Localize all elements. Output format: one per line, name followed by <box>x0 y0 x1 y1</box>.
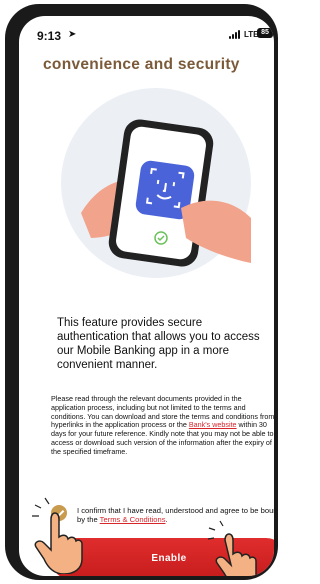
status-time: 9:13 <box>37 29 62 43</box>
bank-website-link[interactable]: Bank's website <box>189 420 237 429</box>
signal-icon <box>229 30 240 39</box>
battery-icon: 85 <box>257 28 273 38</box>
location-icon: ➤ <box>68 29 77 40</box>
tap-hand-icon <box>32 497 83 574</box>
confirm-part2: . <box>165 515 168 525</box>
face-id-illustration <box>61 88 251 278</box>
page-title: convenience and security <box>43 56 240 73</box>
terms-link[interactable]: Terms & Conditions <box>100 515 166 524</box>
tap-hand-icon-2 <box>207 520 257 576</box>
feature-description: This feature provides secure authenticat… <box>57 317 260 371</box>
notice-text: Please read through the relevant documen… <box>51 394 274 457</box>
phone-frame: 9:13 ➤ LTE 85 convenience and security T… <box>5 4 278 580</box>
status-bar: 9:13 ➤ LTE 85 <box>19 16 274 46</box>
app-screen: 9:13 ➤ LTE 85 convenience and security T… <box>19 16 274 576</box>
